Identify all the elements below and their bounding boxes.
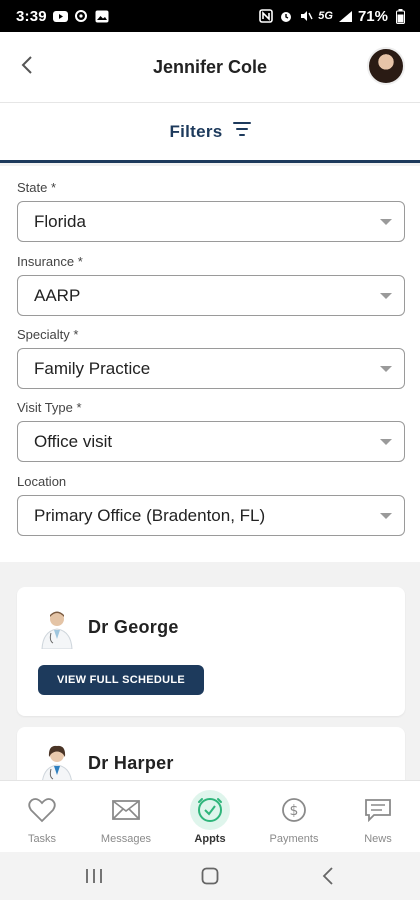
tab-appts[interactable]: Appts (168, 781, 252, 852)
location-label: Location (17, 474, 67, 489)
doctor-card: Dr George VIEW FULL SCHEDULE (17, 587, 405, 716)
doctor-card: Dr Harper (17, 727, 405, 780)
state-select[interactable]: Florida (17, 201, 405, 242)
location-value: Primary Office (Bradenton, FL) (34, 505, 266, 525)
recent-apps-icon[interactable] (83, 866, 105, 886)
doctor-name: Dr George (88, 617, 179, 637)
battery-percent: 71% (357, 7, 388, 25)
visit-type-label: Visit Type * (17, 400, 82, 415)
network-type: 5G (318, 10, 333, 22)
alarm-icon (278, 9, 293, 23)
envelope-icon (106, 790, 146, 830)
state-field: State * Florida (17, 180, 405, 242)
back-icon[interactable] (317, 866, 339, 886)
app-header: Jennifer Cole (0, 32, 420, 102)
caret-down-icon (380, 439, 392, 445)
tab-label: Appts (194, 833, 226, 845)
heart-icon (22, 790, 62, 830)
caret-down-icon (380, 219, 392, 225)
specialty-select[interactable]: Family Practice (17, 348, 405, 389)
dollar-circle-icon: $ (274, 790, 314, 830)
tab-label: Messages (100, 833, 152, 845)
view-full-schedule-button[interactable]: VIEW FULL SCHEDULE (38, 665, 204, 695)
home-icon[interactable] (199, 866, 221, 886)
system-nav-bar (0, 852, 420, 900)
visit-type-select[interactable]: Office visit (17, 421, 405, 462)
youtube-icon (52, 9, 68, 23)
page-title: Jennifer Cole (152, 56, 268, 77)
caret-down-icon (380, 513, 392, 519)
nfc-icon (258, 9, 273, 23)
doctor-list: Dr George VIEW FULL SCHEDULE Dr Harper (0, 562, 420, 780)
status-bar: 3:39 5G 71% (0, 0, 420, 32)
state-label: State * (17, 180, 57, 195)
clock-check-icon (190, 790, 230, 830)
user-avatar[interactable] (367, 47, 405, 85)
insurance-select[interactable]: AARP (17, 275, 405, 316)
status-time: 3:39 (16, 7, 47, 25)
doctor-avatar-icon (39, 609, 75, 650)
sync-icon (74, 9, 89, 23)
tab-label: News (364, 833, 392, 845)
location-select[interactable]: Primary Office (Bradenton, FL) (17, 495, 405, 536)
signal-icon (338, 9, 353, 23)
location-field: Location Primary Office (Bradenton, FL) (17, 474, 405, 536)
battery-icon (393, 8, 408, 24)
tab-label: Tasks (27, 833, 57, 845)
tab-label: Payments (269, 833, 319, 845)
doctor-name: Dr Harper (88, 753, 174, 773)
mute-icon (298, 9, 313, 23)
insurance-label: Insurance * (17, 254, 83, 269)
caret-down-icon (380, 293, 392, 299)
chevron-left-icon (21, 55, 33, 79)
status-left: 3:39 (16, 8, 110, 25)
tab-messages[interactable]: Messages (84, 781, 168, 852)
gallery-icon (95, 9, 110, 23)
tab-payments[interactable]: $ Payments (252, 781, 336, 852)
specialty-label: Specialty * (17, 327, 79, 342)
filter-lines-icon (232, 121, 251, 142)
status-right: 5G 71% (258, 8, 408, 25)
tab-news[interactable]: News (336, 781, 420, 852)
visit-type-value: Office visit (34, 431, 113, 451)
specialty-value: Family Practice (34, 358, 151, 378)
filters-label: Filters (169, 121, 223, 141)
caret-down-icon (380, 366, 392, 372)
filters-toggle[interactable]: Filters (0, 103, 420, 163)
chat-bubble-icon (358, 790, 398, 830)
back-button[interactable] (14, 54, 40, 80)
filter-form: State * Florida Insurance * AARP Special… (0, 166, 420, 562)
insurance-value: AARP (34, 285, 81, 305)
tab-tasks[interactable]: Tasks (0, 781, 84, 852)
insurance-field: Insurance * AARP (17, 254, 405, 316)
visit-type-field: Visit Type * Office visit (17, 400, 405, 462)
bottom-tab-bar: Tasks Messages Appts $ Payments News (0, 780, 420, 852)
doctor-avatar-icon (39, 745, 75, 780)
state-value: Florida (34, 211, 86, 231)
specialty-field: Specialty * Family Practice (17, 327, 405, 389)
svg-text:$: $ (290, 803, 299, 819)
